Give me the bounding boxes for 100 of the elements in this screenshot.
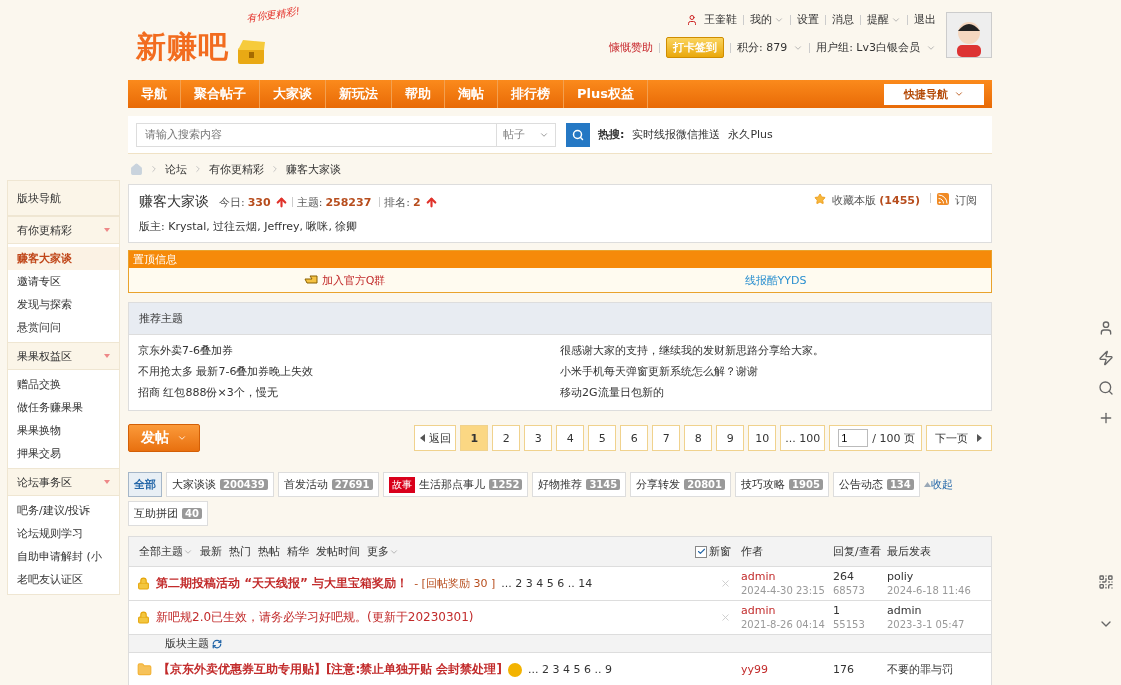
- category-tab[interactable]: 互助拼团 40: [128, 501, 208, 526]
- header-link[interactable]: 退出: [914, 12, 936, 27]
- thread-title-link[interactable]: 新吧规2.0已生效，请务必学习好吧规。(更新于20230301): [156, 609, 474, 626]
- sidebar-item[interactable]: 押果交易: [8, 442, 119, 465]
- collapse-link[interactable]: 收起: [923, 477, 953, 492]
- section-title: 版块主题: [165, 636, 209, 651]
- recommended-link[interactable]: 小米手机每天弹窗更新系统怎么解？谢谢: [560, 364, 982, 379]
- sidebar-group-header[interactable]: 果果权益区: [8, 342, 119, 370]
- recommended-link[interactable]: 移动2G流量日包新的: [560, 385, 982, 400]
- header-link[interactable]: 消息: [832, 12, 854, 27]
- username-link[interactable]: 王奎鞋: [704, 12, 737, 27]
- filter-link[interactable]: 全部主题: [139, 544, 193, 559]
- page-link[interactable]: 9: [716, 425, 745, 451]
- folder-icon: [137, 662, 152, 677]
- sidebar-item[interactable]: 论坛规则学习: [8, 522, 119, 545]
- author-link[interactable]: admin: [741, 569, 776, 584]
- search-button[interactable]: [566, 122, 590, 147]
- hot-search-link[interactable]: 永久Plus: [728, 127, 773, 142]
- breadcrumb-link[interactable]: 论坛: [165, 161, 187, 177]
- category-tab[interactable]: 技巧攻略 1905: [735, 472, 829, 497]
- sidebar-item[interactable]: 赠品交换: [8, 373, 119, 396]
- category-tab[interactable]: 首发活动 27691: [277, 472, 379, 497]
- user-group-link[interactable]: 用户组: Lv3白银会员: [816, 40, 920, 55]
- logo-slogan: 有你更精彩!: [245, 4, 301, 26]
- filter-link[interactable]: 精华: [287, 544, 309, 559]
- refresh-icon[interactable]: [212, 638, 222, 649]
- next-page-button[interactable]: 下一页: [926, 425, 992, 451]
- plus-icon[interactable]: [1098, 410, 1114, 426]
- hot-search-link[interactable]: 实时线报微信推送: [632, 127, 721, 142]
- thread-title-link[interactable]: 第二期投稿活动 “天天线报” 与大里宝箱奖励！: [156, 575, 409, 592]
- page-link[interactable]: 1: [460, 425, 489, 451]
- sidebar-item[interactable]: 做任务赚果果: [8, 396, 119, 419]
- filter-link[interactable]: 最新: [200, 544, 222, 559]
- page-input[interactable]: 1: [838, 429, 869, 447]
- filter-link[interactable]: 更多: [367, 544, 399, 559]
- page-link[interactable]: ... 100: [780, 425, 826, 451]
- lightning-icon[interactable]: [1098, 350, 1114, 366]
- page-link[interactable]: 5: [588, 425, 617, 451]
- category-tab[interactable]: 分享转发 20801: [630, 472, 732, 497]
- page-link[interactable]: 8: [684, 425, 713, 451]
- sidebar-item[interactable]: 邀请专区: [8, 270, 119, 293]
- recommended-link[interactable]: 招商 红包888份×3个，慢无: [138, 385, 560, 400]
- author-link[interactable]: yy99: [741, 662, 769, 677]
- story-badge: 故事: [388, 476, 415, 493]
- reply-count: 1: [833, 603, 840, 618]
- points-link[interactable]: 积分: 879: [736, 40, 788, 55]
- category-tab[interactable]: 好物推荐 3145: [532, 472, 627, 497]
- breadcrumb-link[interactable]: 有你更精彩: [209, 161, 264, 177]
- last-poster-link[interactable]: poliy: [887, 569, 914, 584]
- qr-code-icon[interactable]: [1098, 574, 1114, 590]
- sponsor-link[interactable]: 慷慨赞助: [608, 40, 653, 55]
- sidebar-item[interactable]: 果果换物: [8, 419, 119, 442]
- hot-search-label: 热搜:: [598, 127, 625, 142]
- sidebar-group-header[interactable]: 论坛事务区: [8, 468, 119, 496]
- filter-link[interactable]: 热帖: [258, 544, 280, 559]
- subscribe-link[interactable]: 订阅: [955, 193, 977, 208]
- search-scope-select[interactable]: 帖子: [496, 122, 556, 147]
- sidebar-item[interactable]: 老吧友认证区: [8, 568, 119, 591]
- page-link[interactable]: 7: [652, 425, 681, 451]
- page-link[interactable]: 6: [620, 425, 649, 451]
- category-tab[interactable]: 大家谈谈 200439: [166, 472, 274, 497]
- page-link[interactable]: 3: [524, 425, 553, 451]
- thread-pages: ... 2 3 4 5 6 .. 9: [527, 663, 612, 676]
- checkbox[interactable]: [695, 545, 707, 558]
- search-icon[interactable]: [1098, 380, 1114, 396]
- sidebar-item[interactable]: 赚客大家谈: [8, 247, 119, 270]
- last-poster-link[interactable]: admin: [887, 603, 922, 618]
- last-poster-link[interactable]: 不要的罪与罚: [887, 662, 953, 677]
- favorite-link[interactable]: 收藏本版 (1455): [832, 193, 920, 208]
- category-label: 分享转发: [636, 477, 681, 492]
- page-link[interactable]: 2: [492, 425, 521, 451]
- user-icon[interactable]: [1098, 320, 1114, 336]
- category-tab[interactable]: 故事 生活那点事儿 1252: [382, 472, 529, 497]
- chevron-right-icon: [270, 164, 280, 174]
- recommended-link[interactable]: 不用抢太多 最新7-6叠加券晚上失效: [138, 364, 560, 379]
- pinned-link[interactable]: 加入官方Q群: [321, 272, 386, 288]
- back-button[interactable]: 返回: [414, 425, 457, 451]
- category-tab[interactable]: 全部: [128, 472, 162, 497]
- author-link[interactable]: admin: [741, 603, 776, 618]
- new-window-toggle[interactable]: 新窗: [695, 544, 731, 559]
- sidebar-item[interactable]: 吧务/建议/投诉: [8, 499, 119, 522]
- sidebar-item[interactable]: 悬赏问问: [8, 316, 119, 339]
- quick-nav-button[interactable]: 快捷导航: [884, 83, 984, 105]
- page-link[interactable]: 10: [748, 425, 777, 451]
- sidebar-group-header[interactable]: 有你更精彩: [8, 216, 119, 244]
- pinned-link[interactable]: 线报酷YYDS: [744, 272, 807, 288]
- filter-link[interactable]: 热门: [229, 544, 251, 559]
- breadcrumb-link[interactable]: 赚客大家谈: [286, 161, 341, 177]
- recommended-link[interactable]: 很感谢大家的支持，继续我的发财新思路分享给大家。: [560, 343, 982, 358]
- sidebar-item[interactable]: 自助申请解封 (小: [8, 545, 119, 568]
- search-field[interactable]: 请输入搜索内容: [136, 122, 496, 147]
- recommended-link[interactable]: 京东外卖7-6叠加券: [138, 343, 560, 358]
- sidebar-item[interactable]: 发现与探索: [8, 293, 119, 316]
- header-link[interactable]: 提醒: [867, 12, 901, 27]
- thread-title-link[interactable]: 【京东外卖优惠券互助专用贴】[注意:禁止单独开贴 会封禁处理]: [158, 661, 502, 678]
- header-link[interactable]: 设置: [797, 12, 819, 27]
- page-link[interactable]: 4: [556, 425, 585, 451]
- header-link[interactable]: 我的: [750, 12, 784, 27]
- filter-link[interactable]: 发帖时间: [316, 544, 360, 559]
- category-tab[interactable]: 公告动态 134: [832, 472, 920, 497]
